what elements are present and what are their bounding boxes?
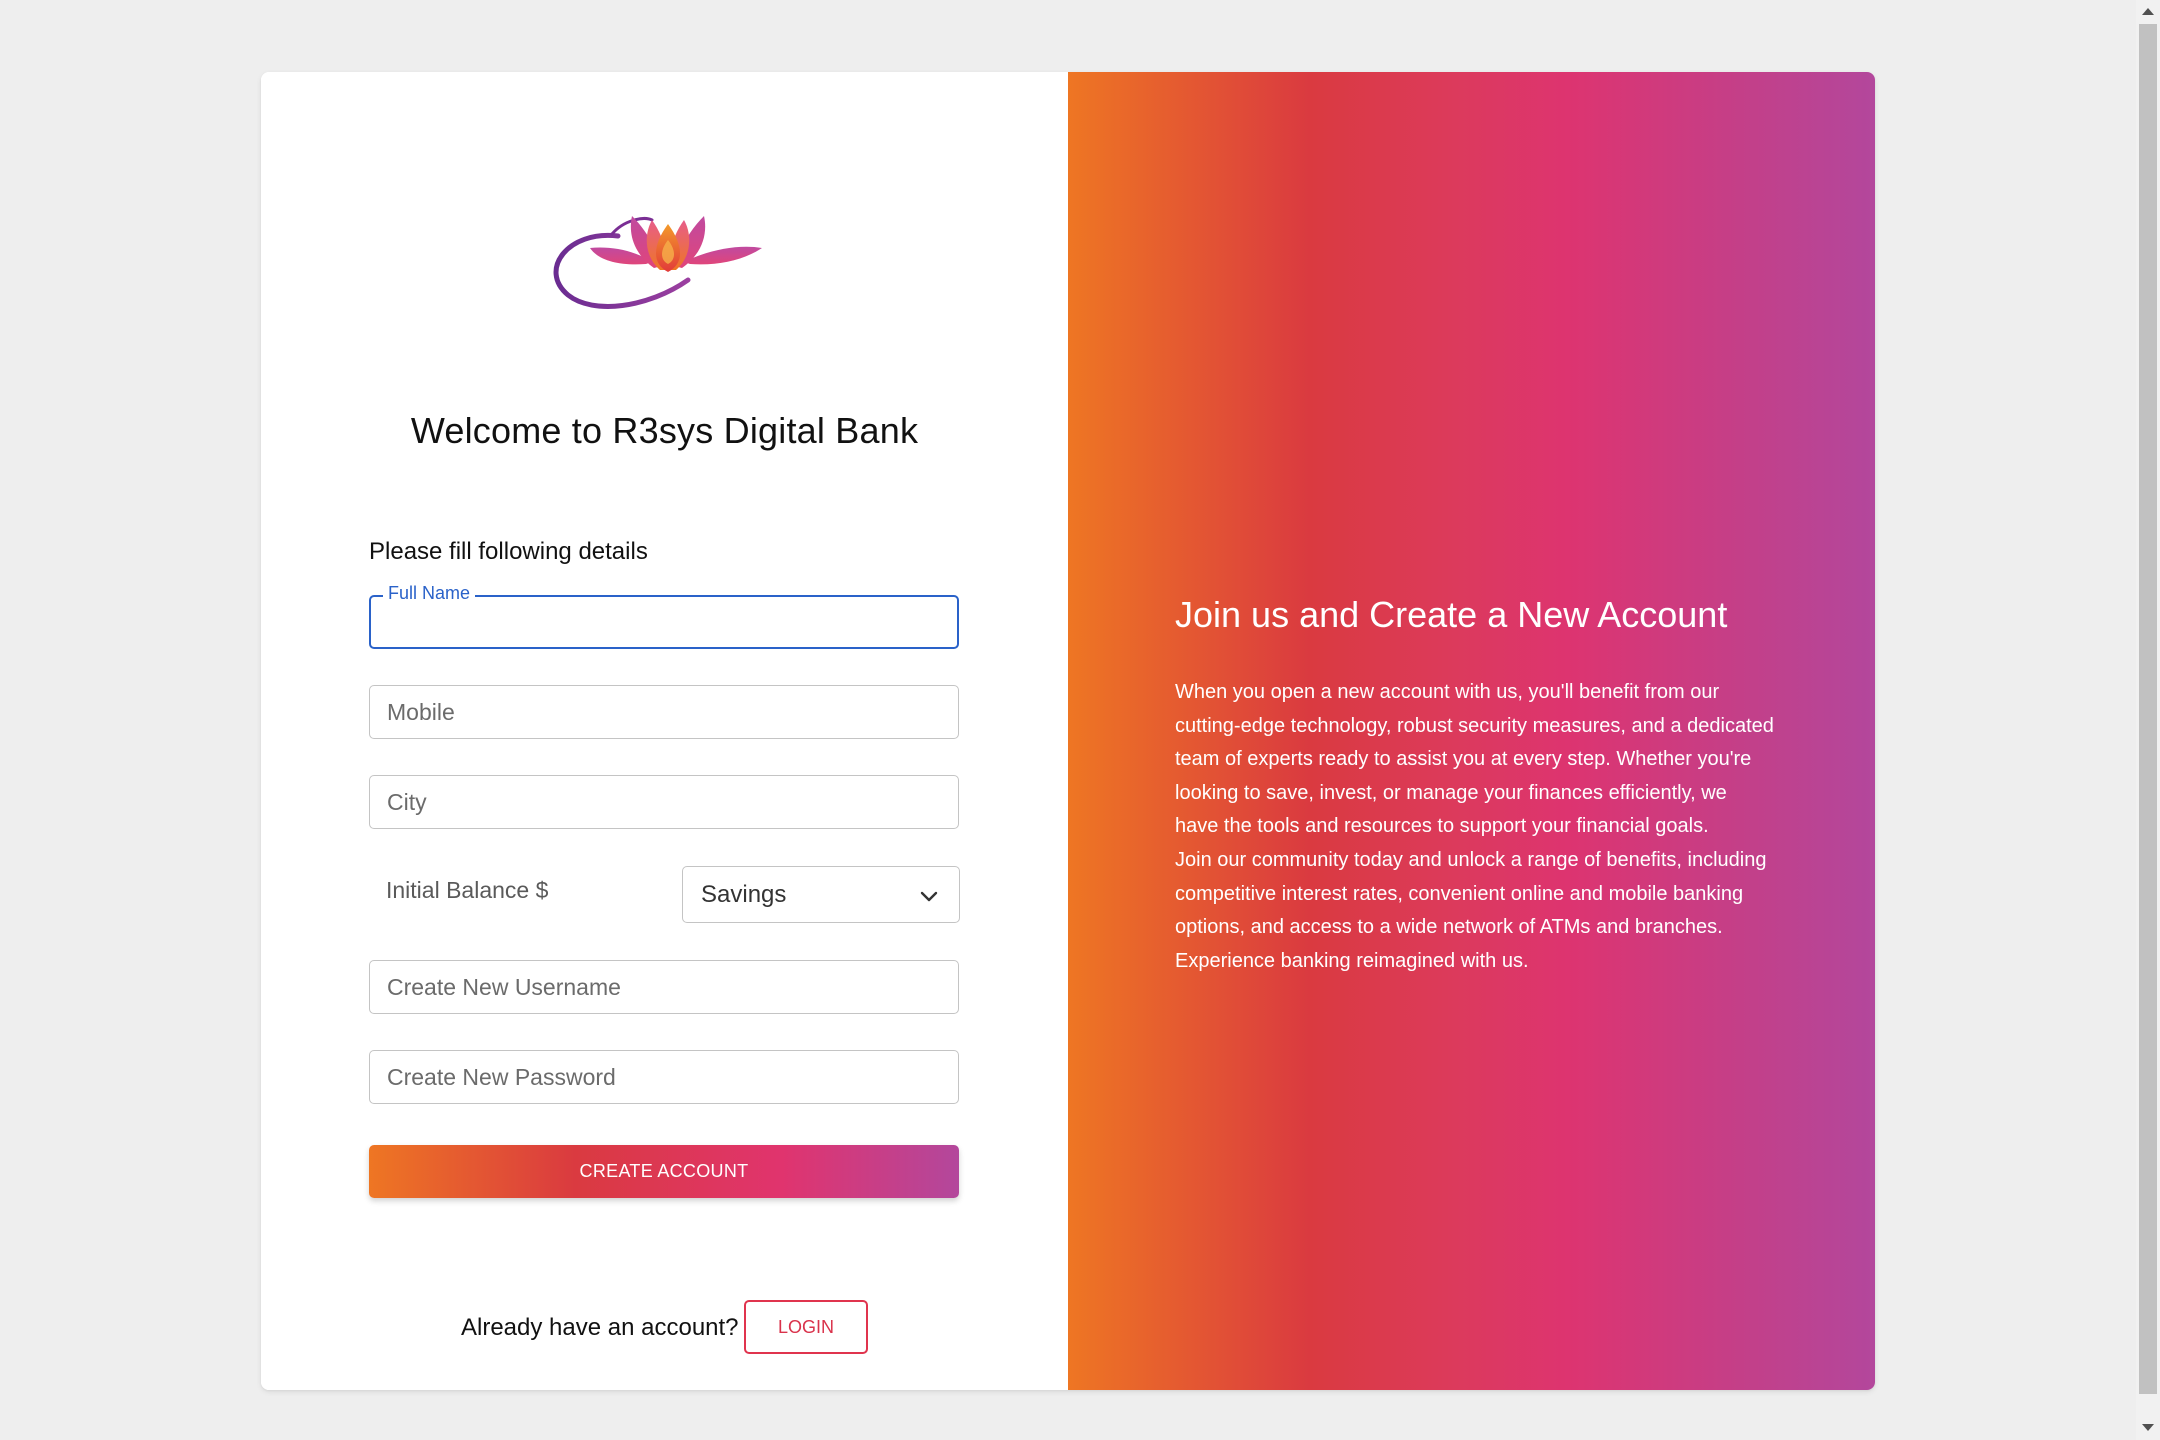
city-input[interactable] xyxy=(370,776,958,828)
password-input[interactable] xyxy=(370,1051,958,1103)
scroll-down-icon[interactable] xyxy=(2142,1424,2154,1431)
chevron-down-icon xyxy=(920,891,938,902)
promo-text: When you open a new account with us, you… xyxy=(1175,676,1775,978)
full-name-input[interactable] xyxy=(371,597,957,647)
lotus-logo xyxy=(553,216,762,309)
account-type-select[interactable]: Savings xyxy=(682,866,960,923)
city-field[interactable] xyxy=(369,775,959,829)
promo-paragraph-2: Join our community today and unlock a ra… xyxy=(1175,848,1767,972)
initial-balance-input[interactable]: Initial Balance $ xyxy=(386,877,548,904)
mobile-field[interactable] xyxy=(369,685,959,739)
form-intro: Please fill following details xyxy=(369,538,648,565)
scroll-up-icon[interactable] xyxy=(2142,8,2154,15)
page: Welcome to R3sys Digital Bank Please fil… xyxy=(0,0,2160,1440)
create-account-button[interactable]: CREATE ACCOUNT xyxy=(369,1145,959,1198)
username-field[interactable] xyxy=(369,960,959,1014)
promo-panel: Join us and Create a New Account When yo… xyxy=(1068,72,1875,1390)
mobile-input[interactable] xyxy=(370,686,958,738)
password-field[interactable] xyxy=(369,1050,959,1104)
scrollbar-thumb[interactable] xyxy=(2139,24,2157,1394)
username-input[interactable] xyxy=(370,961,958,1013)
login-button[interactable]: LOGIN xyxy=(744,1300,868,1354)
full-name-field[interactable]: Full Name xyxy=(369,583,959,649)
vertical-scrollbar[interactable] xyxy=(2136,0,2160,1440)
signup-form-panel: Welcome to R3sys Digital Bank Please fil… xyxy=(261,72,1068,1390)
welcome-title: Welcome to R3sys Digital Bank xyxy=(410,410,919,451)
account-type-value: Savings xyxy=(701,881,787,908)
already-have-account-text: Already have an account? xyxy=(461,1314,739,1341)
signup-card: Welcome to R3sys Digital Bank Please fil… xyxy=(261,72,1875,1390)
promo-title: Join us and Create a New Account xyxy=(1175,594,1728,635)
promo-paragraph-1: When you open a new account with us, you… xyxy=(1175,681,1774,838)
